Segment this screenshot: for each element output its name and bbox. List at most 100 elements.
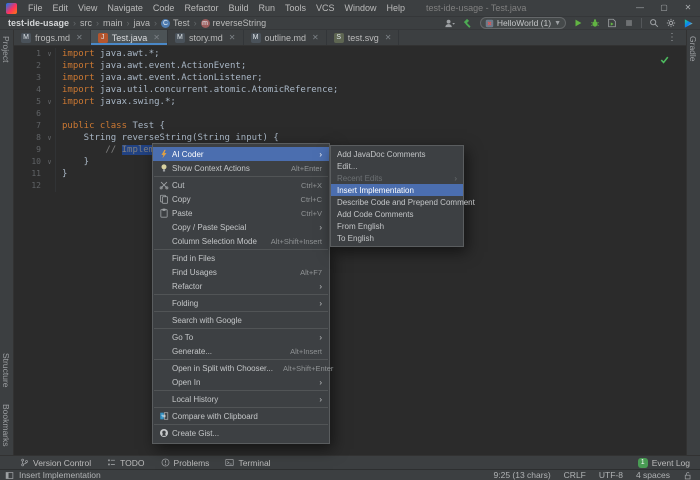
menu-item-insert-implementation[interactable]: Insert Implementation	[331, 184, 463, 196]
tab-close-icon[interactable]: ✕	[312, 33, 319, 42]
code-text[interactable]: import java.awt.event.ActionListener;	[62, 72, 263, 84]
menubar-item-navigate[interactable]: Navigate	[102, 0, 148, 16]
menu-item-recent-edits[interactable]: Recent Edits›	[331, 172, 463, 184]
menu-item-local-history[interactable]: Local History›	[153, 392, 329, 406]
fold-marker-icon[interactable]: ∨	[44, 132, 56, 144]
menubar-item-file[interactable]: File	[23, 0, 48, 16]
tool-window-button-terminal[interactable]: Terminal	[225, 458, 270, 468]
lock-icon[interactable]	[683, 471, 692, 480]
menu-item-column-selection-mode[interactable]: Column Selection ModeAlt+Shift+Insert	[153, 234, 329, 248]
stripe-button-project[interactable]: Project	[1, 36, 11, 62]
menu-item-open-in[interactable]: Open In›	[153, 375, 329, 389]
menu-item-add-javadoc-comments[interactable]: Add JavaDoc Comments	[331, 148, 463, 160]
fold-marker-icon[interactable]: ∨	[44, 48, 56, 60]
menubar-item-tools[interactable]: Tools	[280, 0, 311, 16]
fold-marker-icon[interactable]: ∨	[44, 156, 56, 168]
menu-item-from-english[interactable]: From English	[331, 220, 463, 232]
bulb-icon	[156, 163, 172, 173]
code-text[interactable]: public class Test {	[62, 120, 165, 132]
tool-window-toggle-icon[interactable]	[5, 471, 14, 480]
menu-item-edit[interactable]: Edit...	[331, 160, 463, 172]
debug-button[interactable]	[590, 18, 600, 28]
caret-position[interactable]: 9:25 (13 chars)	[494, 470, 551, 480]
tool-window-button-version-control[interactable]: Version Control	[20, 458, 91, 468]
breadcrumb-item-src[interactable]: src	[80, 18, 92, 28]
tab-options-icon[interactable]: ⋮	[658, 30, 686, 45]
tab-close-icon[interactable]: ✕	[76, 33, 83, 42]
run-button[interactable]	[573, 18, 583, 28]
user-button[interactable]	[444, 18, 455, 29]
menu-item-label: Open In	[172, 378, 200, 387]
menu-item-cut[interactable]: CutCtrl+X	[153, 178, 329, 192]
menubar-item-edit[interactable]: Edit	[48, 0, 74, 16]
breadcrumb-item-reversestring[interactable]: mreverseString	[201, 18, 267, 28]
menu-item-add-code-comments[interactable]: Add Code Comments	[331, 208, 463, 220]
inspections-ok-icon[interactable]	[659, 54, 670, 65]
stripe-button-bookmarks[interactable]: Bookmarks	[1, 404, 11, 447]
menu-item-describe-code-and-prepend-comment[interactable]: Describe Code and Prepend Comment	[331, 196, 463, 208]
breadcrumb-item-java[interactable]: java	[134, 18, 151, 28]
menu-item-open-in-split-with-chooser[interactable]: Open in Split with Chooser...Alt+Shift+E…	[153, 361, 329, 375]
code-text[interactable]: import java.util.concurrent.atomic.Atomi…	[62, 84, 338, 96]
breadcrumb-item-main[interactable]: main	[103, 18, 123, 28]
menu-item-paste[interactable]: PasteCtrl+V	[153, 206, 329, 220]
tab-frogs-md[interactable]: Mfrogs.md✕	[14, 30, 91, 45]
stripe-button-gradle[interactable]: Gradle	[688, 36, 698, 62]
menubar-item-window[interactable]: Window	[340, 0, 382, 16]
plugin-button[interactable]	[683, 18, 694, 29]
stripe-button-structure[interactable]: Structure	[1, 353, 11, 388]
tab-outline-md[interactable]: Moutline.md✕	[244, 30, 327, 45]
window-maximize-button[interactable]: ▢	[652, 0, 676, 16]
stop-button[interactable]	[624, 18, 634, 28]
tab-close-icon[interactable]: ✕	[153, 33, 160, 42]
menu-item-copy[interactable]: CopyCtrl+C	[153, 192, 329, 206]
menu-item-compare-with-clipboard[interactable]: Compare with Clipboard	[153, 409, 329, 423]
tab-test-svg[interactable]: Stest.svg✕	[327, 30, 400, 45]
menu-item-create-gist[interactable]: Create Gist...	[153, 426, 329, 440]
breadcrumb-item-test-ide-usage[interactable]: test-ide-usage	[8, 18, 69, 28]
menu-item-search-with-google[interactable]: Search with Google	[153, 313, 329, 327]
window-close-button[interactable]: ✕	[676, 0, 700, 16]
search-button[interactable]	[649, 18, 659, 28]
menu-item-ai-coder[interactable]: AI Coder›	[153, 147, 329, 161]
menu-item-refactor[interactable]: Refactor›	[153, 279, 329, 293]
code-text[interactable]: import javax.swing.*;	[62, 96, 176, 108]
tool-window-button-problems[interactable]: Problems	[161, 458, 210, 468]
menubar-item-build[interactable]: Build	[223, 0, 253, 16]
line-separator[interactable]: CRLF	[564, 470, 586, 480]
indent-setting[interactable]: 4 spaces	[636, 470, 670, 480]
code-text[interactable]: import java.awt.event.ActionEvent;	[62, 60, 246, 72]
code-text[interactable]: }	[62, 156, 89, 168]
menu-item-generate[interactable]: Generate...Alt+Insert	[153, 344, 329, 358]
tool-window-button-todo[interactable]: TODO	[107, 458, 144, 468]
run-config-combo[interactable]: HelloWorld (1) ▼	[480, 17, 566, 29]
menu-item-show-context-actions[interactable]: Show Context ActionsAlt+Enter	[153, 161, 329, 175]
menu-item-go-to[interactable]: Go To›	[153, 330, 329, 344]
file-encoding[interactable]: UTF-8	[599, 470, 623, 480]
breadcrumb-item-test[interactable]: CTest	[161, 18, 190, 28]
tab-test-java[interactable]: JTest.java✕	[91, 30, 168, 45]
menu-item-to-english[interactable]: To English	[331, 232, 463, 244]
menubar-item-refactor[interactable]: Refactor	[179, 0, 223, 16]
gear-button[interactable]	[666, 18, 676, 28]
menubar-item-vcs[interactable]: VCS	[311, 0, 340, 16]
menu-item-find-usages[interactable]: Find UsagesAlt+F7	[153, 265, 329, 279]
menu-item-find-in-files[interactable]: Find in Files	[153, 251, 329, 265]
code-text[interactable]: import java.awt.*;	[62, 48, 160, 60]
tab-story-md[interactable]: Mstory.md✕	[168, 30, 244, 45]
menu-item-copy-paste-special[interactable]: Copy / Paste Special›	[153, 220, 329, 234]
fold-marker-icon[interactable]: ∨	[44, 96, 56, 108]
hammer-button[interactable]	[462, 18, 473, 29]
menu-item-folding[interactable]: Folding›	[153, 296, 329, 310]
menubar-item-view[interactable]: View	[73, 0, 102, 16]
window-minimize-button[interactable]: —	[628, 0, 652, 16]
coverage-button[interactable]	[607, 18, 617, 28]
menubar-item-help[interactable]: Help	[382, 0, 411, 16]
menubar-item-run[interactable]: Run	[253, 0, 280, 16]
code-text[interactable]: }	[62, 168, 67, 180]
menubar-item-code[interactable]: Code	[148, 0, 180, 16]
code-editor[interactable]: 1∨import java.awt.*;2import java.awt.eve…	[14, 46, 686, 455]
tab-close-icon[interactable]: ✕	[385, 33, 392, 42]
event-log-button[interactable]: 1 Event Log	[638, 458, 690, 468]
tab-close-icon[interactable]: ✕	[229, 33, 236, 42]
